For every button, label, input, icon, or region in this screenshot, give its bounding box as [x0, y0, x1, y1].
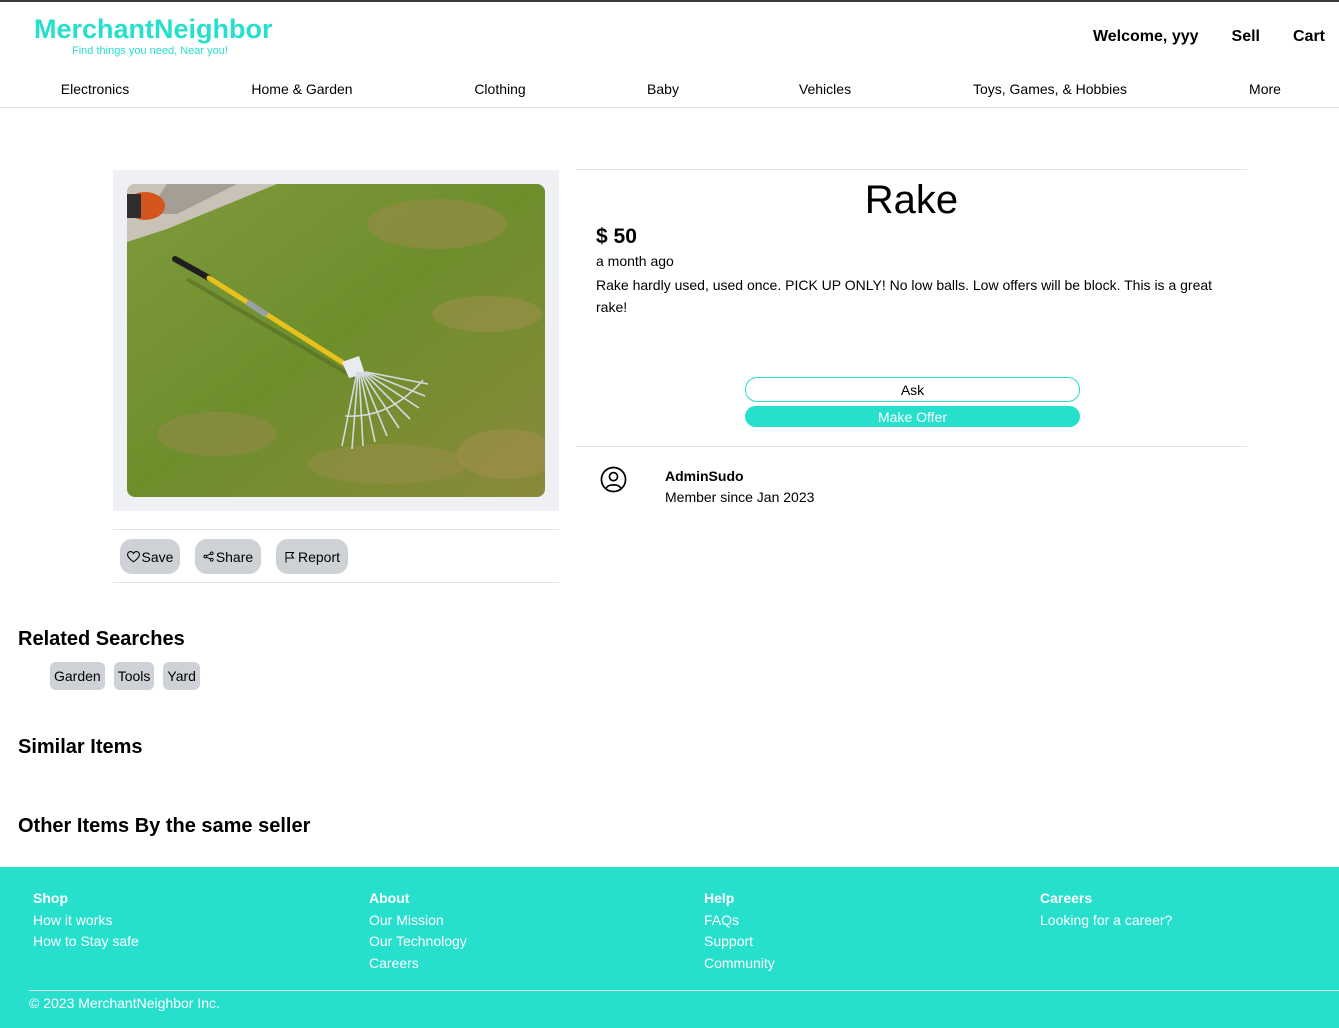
tag-garden[interactable]: Garden: [50, 662, 105, 690]
listing-posted-time: a month ago: [596, 253, 674, 269]
ask-button[interactable]: Ask: [745, 377, 1080, 402]
user-circle-icon[interactable]: [600, 466, 627, 493]
save-label: Save: [141, 548, 174, 565]
share-icon: [203, 551, 214, 562]
seller-name[interactable]: AdminSudo: [665, 468, 744, 484]
category-more[interactable]: More: [1249, 81, 1281, 97]
footer-heading: Careers: [1040, 890, 1093, 906]
footer-col-shop: Shop How it works How to Stay safe: [33, 888, 139, 953]
share-button[interactable]: Share: [195, 539, 261, 574]
footer-col-help: Help FAQs Support Community: [704, 888, 775, 974]
footer-heading: Help: [704, 890, 735, 906]
flag-icon: [285, 551, 295, 562]
footer-copyright: © 2023 MerchantNeighbor Inc.: [29, 995, 220, 1011]
share-label: Share: [215, 548, 254, 565]
seller-other-items-heading: Other Items By the same seller: [18, 815, 311, 837]
brand-name[interactable]: MerchantNeighbor: [34, 14, 273, 44]
similar-items-heading: Similar Items: [18, 736, 143, 758]
listing-price: $ 50: [596, 225, 637, 248]
welcome-user-link[interactable]: Welcome, yyy: [1093, 28, 1199, 46]
header-actions: Welcome, yyy Sell Cart: [1093, 28, 1325, 46]
listing-details: Rake $ 50 a month ago Rake hardly used, …: [576, 169, 1247, 447]
report-button[interactable]: Report: [276, 539, 348, 574]
footer-link-how-it-works[interactable]: How it works: [33, 910, 139, 932]
product-image-frame: [113, 170, 559, 511]
site-footer: Shop How it works How to Stay safe About…: [0, 867, 1339, 1028]
category-vehicles[interactable]: Vehicles: [799, 81, 851, 97]
category-toys-games-hobbies[interactable]: Toys, Games, & Hobbies: [973, 81, 1127, 97]
brand-tagline: Find things you need, Near you!: [72, 45, 228, 57]
product-photo[interactable]: [127, 184, 545, 497]
rake-photo: [127, 184, 545, 497]
category-nav: Electronics Home & Garden Clothing Baby …: [0, 76, 1339, 108]
footer-link-our-mission[interactable]: Our Mission: [369, 910, 467, 932]
make-offer-button[interactable]: Make Offer: [745, 406, 1080, 427]
category-electronics[interactable]: Electronics: [61, 81, 129, 97]
category-baby[interactable]: Baby: [647, 81, 679, 97]
top-border: [0, 0, 1339, 2]
listing-description: Rake hardly used, used once. PICK UP ONL…: [596, 277, 1213, 315]
footer-col-about: About Our Mission Our Technology Careers: [369, 888, 467, 974]
sell-link[interactable]: Sell: [1232, 28, 1260, 46]
brand-logo[interactable]: MerchantNeighbor Find things you need, N…: [34, 14, 273, 58]
footer-divider: [29, 990, 1339, 991]
footer-link-careers[interactable]: Careers: [369, 953, 467, 975]
seller-member-since: Member since Jan 2023: [665, 489, 815, 505]
footer-link-looking-for-career[interactable]: Looking for a career?: [1040, 910, 1172, 932]
listing-action-bar: Save Share Report: [113, 529, 559, 583]
related-searches-heading: Related Searches: [18, 628, 185, 650]
report-label: Report: [297, 548, 341, 565]
footer-heading: Shop: [33, 890, 68, 906]
tag-yard[interactable]: Yard: [163, 662, 200, 690]
category-home-garden[interactable]: Home & Garden: [251, 81, 352, 97]
footer-link-support[interactable]: Support: [704, 931, 775, 953]
footer-link-stay-safe[interactable]: How to Stay safe: [33, 931, 139, 953]
heart-icon: [126, 550, 140, 563]
footer-link-faqs[interactable]: FAQs: [704, 910, 775, 932]
seller-card: AdminSudo Member since Jan 2023: [576, 447, 1247, 517]
cart-link[interactable]: Cart: [1293, 28, 1325, 46]
related-tags: Garden Tools Yard: [50, 662, 200, 690]
listing-title: Rake: [864, 178, 959, 222]
footer-heading: About: [369, 890, 410, 906]
tag-tools[interactable]: Tools: [113, 662, 155, 690]
footer-col-careers: Careers Looking for a career?: [1040, 888, 1172, 931]
footer-link-our-technology[interactable]: Our Technology: [369, 931, 467, 953]
category-clothing[interactable]: Clothing: [474, 81, 525, 97]
footer-link-community[interactable]: Community: [704, 953, 775, 975]
save-button[interactable]: Save: [120, 539, 180, 574]
